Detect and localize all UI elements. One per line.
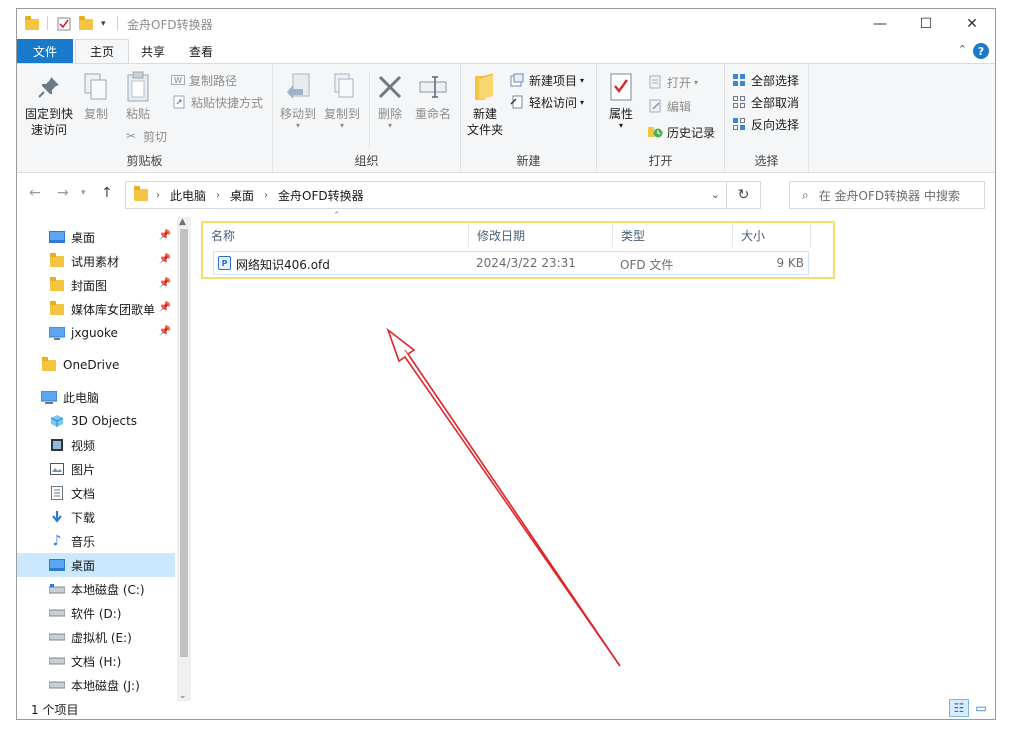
annotation-arrow-icon	[386, 327, 621, 667]
